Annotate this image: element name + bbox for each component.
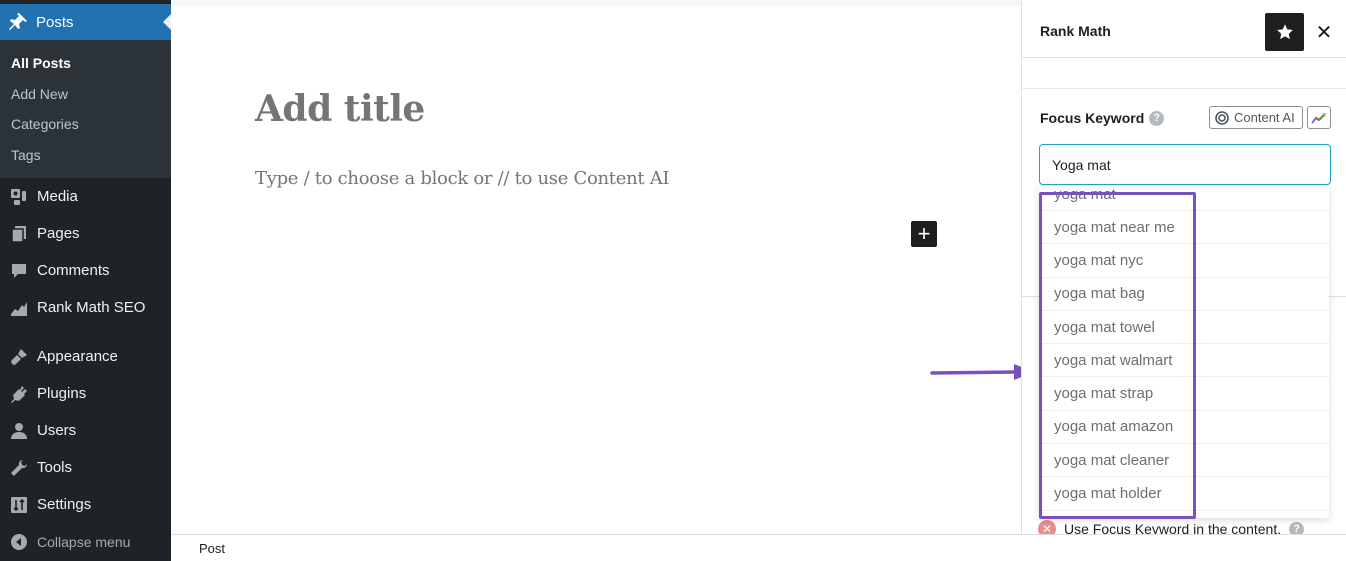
suggestion-item[interactable]: yoga mat near me [1039, 211, 1329, 245]
focus-keyword-input[interactable]: Yoga mat [1039, 144, 1331, 185]
editor-footer: Post [171, 534, 1346, 561]
sidebar-item-posts[interactable]: Posts [0, 4, 171, 40]
sidebar-item-comments[interactable]: Comments [0, 252, 171, 289]
sidebar-item-appearance[interactable]: Appearance [0, 338, 171, 375]
sidebar-item-label: Posts [36, 13, 74, 31]
suggestion-item[interactable]: yoga mat cleaner [1039, 444, 1329, 478]
panel-tabs [1022, 59, 1346, 89]
suggestion-item[interactable]: yoga mat amazon [1039, 411, 1329, 445]
star-button[interactable] [1265, 13, 1304, 51]
add-block-button[interactable]: + [911, 221, 937, 247]
focus-keyword-label: Focus Keyword ? [1040, 110, 1165, 126]
submenu-add-new[interactable]: Add New [0, 79, 171, 110]
sidebar-menu: Media Pages Comments Rank Math SEO Appea… [0, 178, 171, 560]
sidebar-item-label: Appearance [37, 348, 118, 365]
sidebar-item-label: Media [37, 188, 78, 205]
close-panel-button[interactable]: ✕ [1312, 20, 1336, 44]
submenu-all-posts[interactable]: All Posts [0, 48, 171, 79]
post-title-input[interactable]: Add title [255, 88, 425, 130]
rank-math-icon [0, 298, 37, 318]
sidebar-item-label: Settings [37, 496, 92, 513]
suggestion-item[interactable]: yoga mat holder [1039, 477, 1329, 511]
breadcrumb[interactable]: Post [199, 541, 225, 556]
sidebar-item-users[interactable]: Users [0, 412, 171, 449]
brush-icon [0, 347, 37, 367]
pin-icon [0, 12, 36, 32]
panel-header: Rank Math ✕ [1022, 6, 1346, 58]
sidebar-item-label: Users [37, 422, 77, 439]
settings-icon [0, 495, 37, 515]
block-editor-canvas: Add title Type / to choose a block or //… [171, 0, 1021, 534]
content-ai-button[interactable]: Content AI [1209, 106, 1303, 129]
content-ai-icon [1215, 110, 1229, 125]
comments-icon [0, 261, 37, 281]
trends-icon [1311, 112, 1326, 124]
sidebar-item-rank-math-seo[interactable]: Rank Math SEO [0, 289, 171, 326]
wrench-icon [0, 458, 37, 478]
submenu-categories[interactable]: Categories [0, 109, 171, 140]
media-icon [0, 187, 37, 207]
star-icon [1276, 24, 1293, 40]
google-trends-button[interactable] [1307, 106, 1331, 129]
sidebar-item-media[interactable]: Media [0, 178, 171, 215]
sidebar-item-label: Pages [37, 225, 80, 242]
active-indicator [163, 14, 171, 30]
sidebar-item-pages[interactable]: Pages [0, 215, 171, 252]
suggestion-item[interactable]: yoga mat nyc [1039, 244, 1329, 278]
submenu-tags[interactable]: Tags [0, 140, 171, 171]
plus-icon: + [917, 221, 931, 246]
help-icon[interactable]: ? [1149, 110, 1165, 126]
sidebar-item-settings[interactable]: Settings [0, 486, 171, 523]
suggestion-item[interactable]: yoga mat [1039, 186, 1329, 211]
collapse-menu-label: Collapse menu [37, 533, 131, 550]
sidebar-item-tools[interactable]: Tools [0, 449, 171, 486]
suggestion-item[interactable]: yoga mat bag [1039, 278, 1329, 311]
sidebar-item-label: Comments [37, 262, 110, 279]
collapse-menu-button[interactable]: Collapse menu [0, 523, 171, 560]
block-placeholder[interactable]: Type / to choose a block or // to use Co… [255, 168, 670, 189]
sidebar-item-label: Tools [37, 459, 73, 476]
pages-icon [0, 224, 37, 244]
user-icon [0, 421, 37, 441]
content-ai-label: Content AI [1234, 110, 1295, 125]
sidebar-item-label: Rank Math SEO [37, 299, 146, 316]
collapse-icon [0, 532, 37, 552]
plugin-icon [0, 384, 37, 404]
suggestion-item[interactable]: yoga mat walmart [1039, 344, 1329, 378]
admin-sidebar: Posts All Posts Add New Categories Tags … [0, 0, 171, 561]
focus-keyword-text: Focus Keyword [1040, 110, 1145, 126]
suggestion-item[interactable]: yoga mat towel [1039, 311, 1329, 345]
close-icon: ✕ [1315, 21, 1333, 44]
sidebar-item-label: Plugins [37, 385, 87, 402]
keyword-suggestions-dropdown: yoga mat yoga mat near me yoga mat nyc y… [1039, 186, 1329, 518]
panel-title: Rank Math [1040, 23, 1111, 39]
sidebar-item-plugins[interactable]: Plugins [0, 375, 171, 412]
suggestion-item[interactable]: yoga mat strap [1039, 377, 1329, 411]
posts-submenu: All Posts Add New Categories Tags [0, 40, 171, 178]
wordpress-editor-screen: Posts All Posts Add New Categories Tags … [0, 0, 1346, 561]
